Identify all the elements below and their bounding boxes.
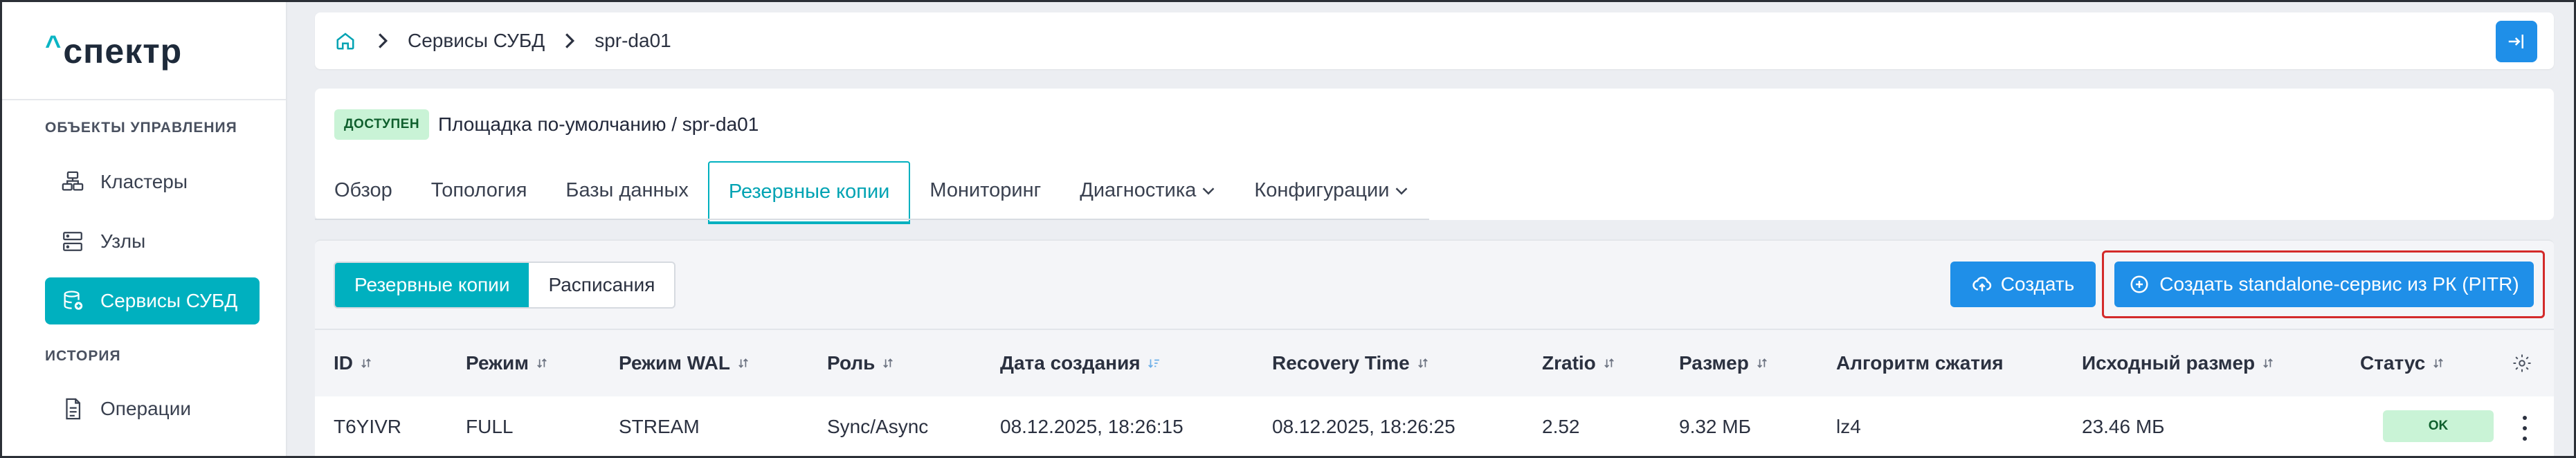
col-zratio[interactable]: Zratio xyxy=(1542,330,1615,396)
sort-icon xyxy=(1603,357,1615,369)
sidebar-item-label: Кластеры xyxy=(100,171,188,192)
cell-recovery-time: 08.12.2025, 18:26:25 xyxy=(1272,416,1455,437)
chevron-right-icon xyxy=(563,30,577,51)
status-badge: ДОСТУПЕН xyxy=(334,109,430,140)
cell-mode: FULL xyxy=(466,416,514,437)
sidebar-item-label: Узлы xyxy=(100,230,146,252)
section-objects-heading: ОБЪЕКТЫ УПРАВЛЕНИЯ xyxy=(45,120,237,136)
sort-icon xyxy=(2432,357,2445,369)
chevron-down-icon xyxy=(1201,186,1215,196)
tab-label: Резервные копии xyxy=(728,181,890,203)
plus-circle-icon xyxy=(2129,274,2150,295)
table-row[interactable]: T6YIVR FULL STREAM Sync/Async 08.12.2025… xyxy=(315,396,2554,457)
sort-icon xyxy=(1417,357,1429,369)
tab-label: Обзор xyxy=(334,179,392,201)
create-button-label: Создать xyxy=(2000,273,2075,295)
backups-view-switch: Резервные копии Расписания xyxy=(334,262,676,309)
col-mode[interactable]: Режим xyxy=(466,330,548,396)
segment-schedules[interactable]: Расписания xyxy=(529,263,674,307)
service-path: Площадка по-умолчанию / spr-da01 xyxy=(438,113,759,135)
breadcrumb-current-service: spr-da01 xyxy=(595,30,671,51)
sort-icon xyxy=(2262,357,2274,369)
sidebar-item-nodes[interactable]: Узлы xyxy=(45,218,260,265)
create-pitr-service-button[interactable]: Создать standalone-сервис из РК (PITR) xyxy=(2114,262,2534,307)
create-backup-button[interactable]: Создать xyxy=(1950,262,2096,307)
status-badge: OK xyxy=(2383,410,2494,442)
segment-backups[interactable]: Резервные копии xyxy=(335,263,529,307)
row-actions-menu[interactable] xyxy=(2519,416,2530,441)
gear-icon[interactable] xyxy=(2510,351,2534,376)
tab-monitoring[interactable]: Мониторинг xyxy=(910,161,1060,220)
sort-desc-icon xyxy=(1148,357,1160,369)
cell-compression: lz4 xyxy=(1836,416,1861,437)
home-icon[interactable] xyxy=(333,28,358,53)
col-role[interactable]: Роль xyxy=(827,330,894,396)
cell-orig-size: 23.46 МБ xyxy=(2082,416,2165,437)
logo-text: спектр xyxy=(63,32,183,71)
tab-databases[interactable]: Базы данных xyxy=(546,161,707,220)
sort-icon xyxy=(1756,357,1768,369)
logo[interactable]: ^спектр xyxy=(45,30,183,71)
nodes-icon xyxy=(60,229,85,254)
sidebar-divider xyxy=(2,99,286,100)
tab-label: Базы данных xyxy=(565,179,689,201)
clusters-icon xyxy=(60,170,85,194)
col-recovery-time[interactable]: Recovery Time xyxy=(1272,330,1429,396)
sidebar-item-db-services[interactable]: Сервисы СУБД xyxy=(45,277,260,324)
cell-zratio: 2.52 xyxy=(1542,416,1580,437)
col-created[interactable]: Дата создания xyxy=(1000,330,1160,396)
sort-icon xyxy=(536,357,548,369)
logout-icon xyxy=(2508,35,2523,48)
sort-icon xyxy=(360,357,372,369)
tab-topology[interactable]: Топология xyxy=(412,161,547,220)
tab-label: Топология xyxy=(430,179,527,201)
sidebar: ^спектр ОБЪЕКТЫ УПРАВЛЕНИЯ Кластеры Узлы… xyxy=(2,2,287,456)
db-services-icon xyxy=(60,288,85,313)
tab-label: Диагностика xyxy=(1080,179,1197,201)
col-status[interactable]: Статус xyxy=(2360,330,2445,396)
table-header: ID Режим Режим WAL Роль Дата создания Re… xyxy=(315,329,2554,398)
tab-configurations[interactable]: Конфигурации xyxy=(1235,161,1428,220)
tab-overview[interactable]: Обзор xyxy=(315,161,412,220)
cell-created: 08.12.2025, 18:26:15 xyxy=(1000,416,1183,437)
col-id[interactable]: ID xyxy=(334,330,372,396)
pitr-button-label: Создать standalone-сервис из РК (PITR) xyxy=(2159,273,2519,295)
logout-button[interactable] xyxy=(2496,21,2537,62)
col-wal-mode[interactable]: Режим WAL xyxy=(619,330,750,396)
header-breadcrumb-bar: Сервисы СУБД spr-da01 xyxy=(315,12,2554,69)
tab-backups[interactable]: Резервные копии xyxy=(707,161,911,224)
service-tabs: Обзор Топология Базы данных Резервные ко… xyxy=(315,161,1428,224)
sort-icon xyxy=(737,357,750,369)
tab-diagnostics[interactable]: Диагностика xyxy=(1060,161,1235,220)
cloud-upload-icon xyxy=(1972,274,1993,295)
cell-id: T6YIVR xyxy=(334,416,402,437)
section-history-heading: ИСТОРИЯ xyxy=(45,348,121,364)
col-size[interactable]: Размер xyxy=(1679,330,1768,396)
chevron-right-icon xyxy=(376,30,390,51)
sort-icon xyxy=(882,357,894,369)
sidebar-item-operations[interactable]: Операции xyxy=(45,385,260,432)
tab-label: Мониторинг xyxy=(929,179,1042,201)
tab-label: Конфигурации xyxy=(1254,179,1390,201)
breadcrumb-db-services[interactable]: Сервисы СУБД xyxy=(408,30,545,52)
backups-panel: Резервные копии Расписания Создать Созда… xyxy=(315,239,2554,457)
cell-size: 9.32 МБ xyxy=(1679,416,1751,437)
sidebar-item-label: Сервисы СУБД xyxy=(100,290,238,311)
cell-role: Sync/Async xyxy=(827,416,929,437)
sidebar-item-label: Операции xyxy=(100,398,191,419)
cell-wal-mode: STREAM xyxy=(619,416,700,437)
operations-icon xyxy=(60,396,85,421)
col-orig-size[interactable]: Исходный размер xyxy=(2082,330,2274,396)
sidebar-item-clusters[interactable]: Кластеры xyxy=(45,158,260,205)
col-compression: Алгоритм сжатия xyxy=(1836,352,2004,374)
tabs-underline xyxy=(315,219,1429,220)
chevron-down-icon xyxy=(1395,186,1408,196)
service-card: ДОСТУПЕН Площадка по-умолчанию / spr-da0… xyxy=(315,89,2554,224)
